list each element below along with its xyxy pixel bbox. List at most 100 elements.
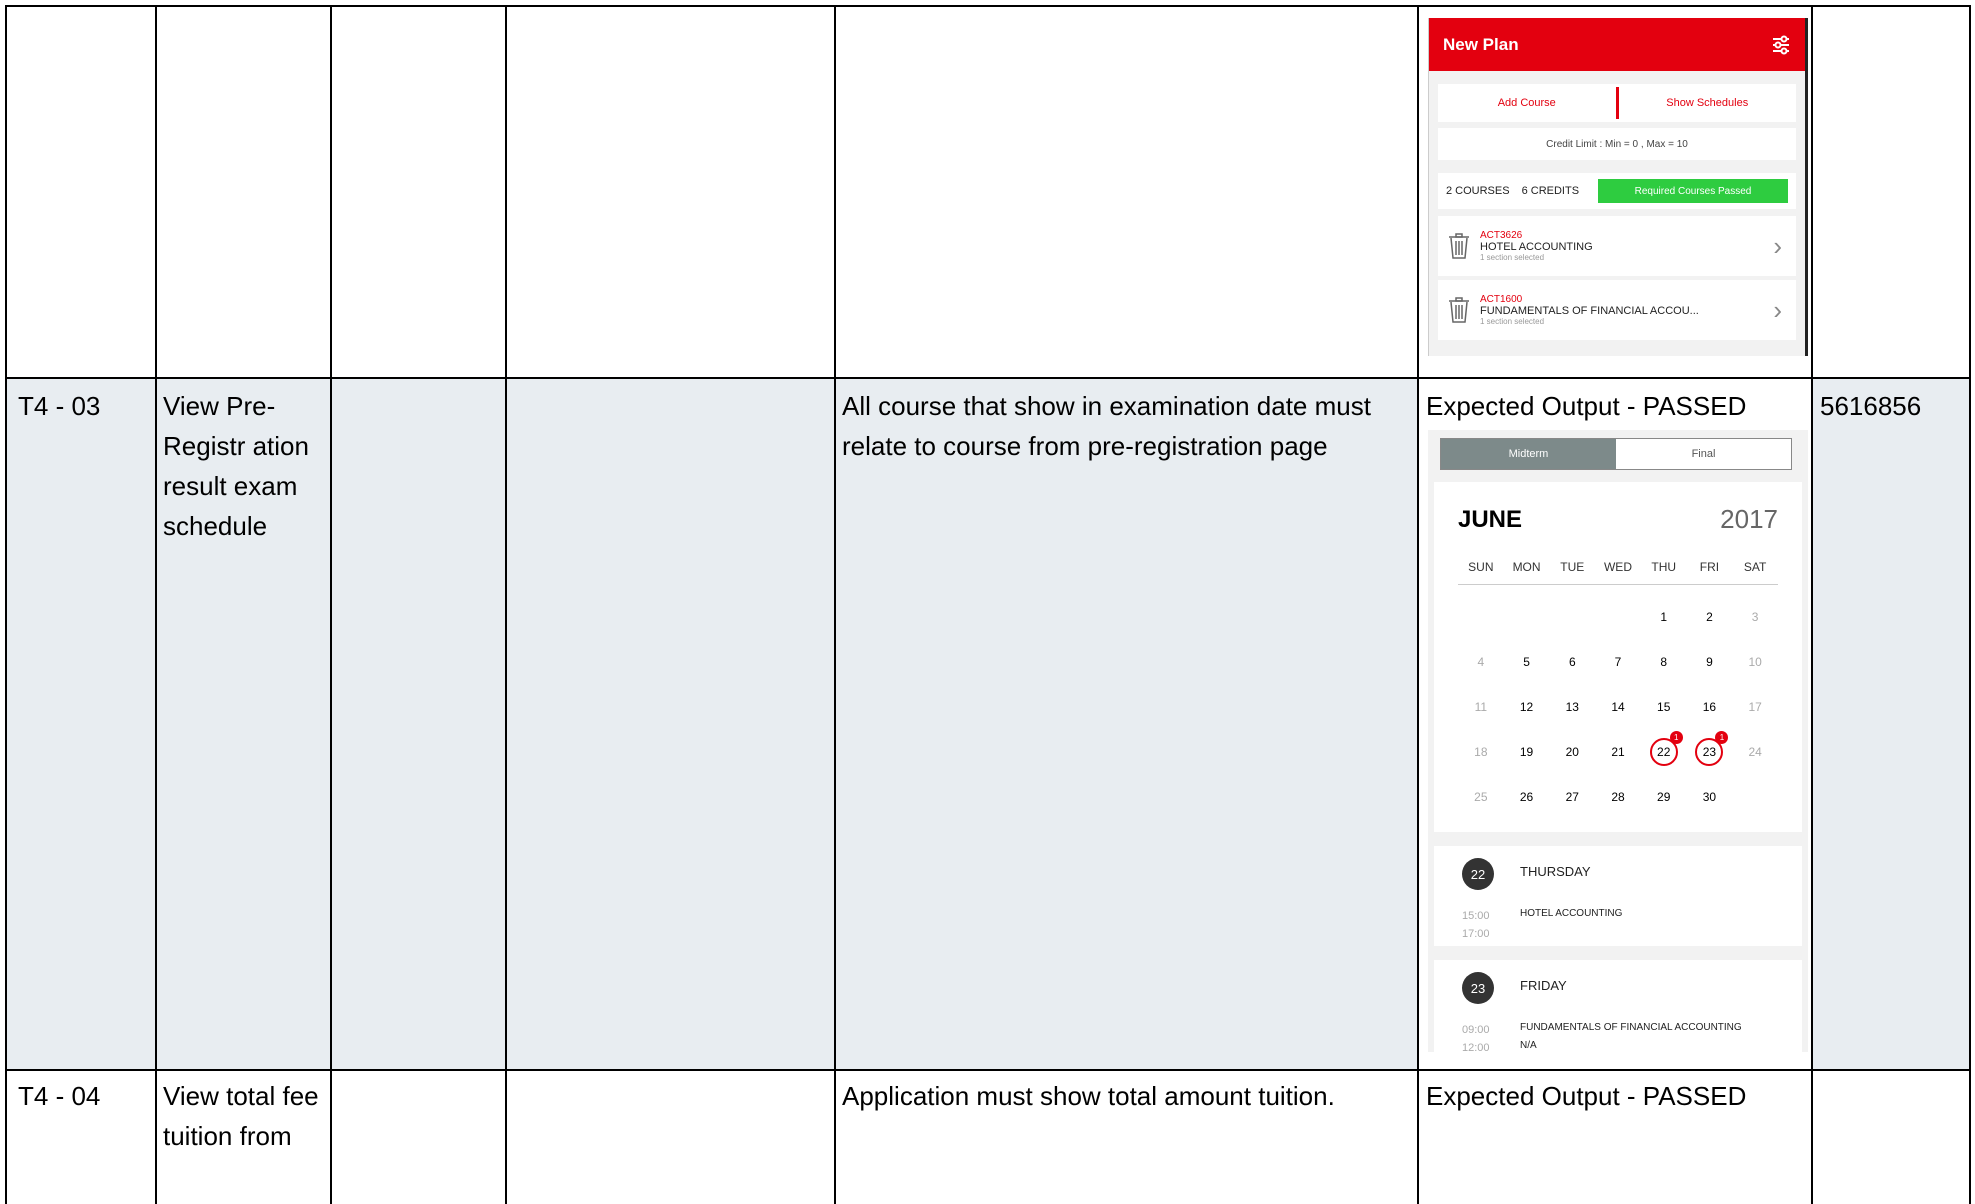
tab-midterm[interactable]: Midterm (1441, 439, 1616, 469)
calendar-day[interactable]: 8 (1641, 655, 1687, 669)
chevron-right-icon: › (1773, 230, 1782, 261)
calendar-day[interactable]: 21 (1595, 745, 1641, 759)
calendar-day[interactable]: 12 (1504, 700, 1550, 714)
credit-limit: Credit Limit : Min = 0 , Max = 10 (1438, 128, 1796, 160)
courses-count: 2 COURSES (1446, 185, 1510, 197)
filter-sliders-icon[interactable] (1771, 35, 1791, 55)
event-start: 09:00 (1462, 1024, 1490, 1036)
new-plan-screenshot: New Plan Add Course Show Schedules Credi… (1428, 18, 1808, 356)
trash-icon[interactable] (1448, 297, 1470, 323)
exam-count-badge: 1 (1715, 730, 1729, 744)
col-border (5, 5, 7, 1204)
exam-calendar: JUNE 2017 SUN MON TUE WED THU FRI SAT 12… (1434, 482, 1802, 832)
calendar-day[interactable]: 3 (1732, 610, 1778, 624)
calendar-day[interactable]: 15 (1641, 700, 1687, 714)
calendar-exam-day[interactable]: 23 1 (1695, 730, 1729, 766)
col-border (330, 5, 332, 1204)
calendar-day[interactable]: 17 (1732, 700, 1778, 714)
test-name: View total fee tuition from (163, 1081, 319, 1151)
calendar-day[interactable]: 5 (1504, 655, 1550, 669)
calendar-day[interactable]: 7 (1595, 655, 1641, 669)
calendar-day[interactable]: 4 (1458, 655, 1504, 669)
calendar-day[interactable]: 1 (1641, 610, 1687, 624)
test-id: T4 - 04 (18, 1081, 101, 1111)
event-course: FUNDAMENTALS OF FINANCIAL ACCOUNTING (1520, 1022, 1742, 1033)
course-name: HOTEL ACCOUNTING (1480, 241, 1593, 253)
course-item[interactable]: ACT3626 HOTEL ACCOUNTING 1 section selec… (1438, 216, 1796, 280)
course-code: ACT1600 (1480, 294, 1523, 305)
calendar-day[interactable]: 27 (1549, 790, 1595, 804)
row-border (5, 377, 1971, 379)
calendar-day[interactable]: 26 (1504, 790, 1550, 804)
tester-id: 5616856 (1820, 391, 1922, 421)
weekday: THU (1651, 560, 1677, 574)
actual-result: Expected Output - PASSED (1426, 391, 1747, 421)
exam-type-toggle: Midterm Final (1440, 438, 1792, 470)
weekday: WED (1603, 560, 1632, 574)
calendar-day[interactable]: 29 (1641, 790, 1687, 804)
exam-count-badge: 1 (1669, 730, 1683, 744)
col-border (1417, 5, 1419, 1204)
calendar-day[interactable]: 10 (1732, 655, 1778, 669)
weekday: SAT (1743, 560, 1767, 574)
calendar-day[interactable]: 2 (1687, 610, 1733, 624)
calendar-day[interactable]: 20 (1549, 745, 1595, 759)
event-date-badge: 22 (1462, 858, 1494, 890)
show-schedules-button[interactable]: Show Schedules (1619, 97, 1797, 109)
course-name: FUNDAMENTALS OF FINANCIAL ACCOU... (1480, 305, 1699, 317)
calendar-day[interactable]: 13 (1549, 700, 1595, 714)
event-course: HOTEL ACCOUNTING (1520, 908, 1623, 919)
course-item[interactable]: ACT1600 FUNDAMENTALS OF FINANCIAL ACCOU.… (1438, 280, 1796, 340)
calendar-day[interactable]: 6 (1549, 655, 1595, 669)
weekday: SUN (1468, 560, 1494, 574)
credits-count: 6 CREDITS (1521, 185, 1580, 197)
calendar-month: JUNE (1458, 506, 1523, 533)
add-course-button[interactable]: Add Course (1438, 97, 1616, 109)
calendar-day[interactable]: 19 (1504, 745, 1550, 759)
event-start: 15:00 (1462, 910, 1490, 922)
col-border (505, 5, 507, 1204)
exam-schedule-screenshot: Midterm Final JUNE 2017 SUN MON TUE WED … (1428, 430, 1808, 1052)
actual-result: Expected Output - PASSED (1426, 1081, 1747, 1111)
calendar-days: 1 2 3 4 5 6 7 8 9 10 11 12 13 14 15 16 17 18 19 20 21 22 1 23 1 2… (1458, 594, 1778, 819)
plan-summary: 2 COURSES 6 CREDITS Required Courses Pas… (1438, 173, 1796, 209)
weekday: FRI (1699, 560, 1720, 574)
row-border (5, 1069, 1971, 1071)
course-section: 1 section selected (1480, 317, 1545, 326)
event-room: N/A (1520, 1040, 1537, 1051)
expected-result: All course that show in examination date… (842, 391, 1371, 461)
col-border (1811, 5, 1813, 1204)
weekday-header: SUN MON TUE WED THU FRI SAT (1458, 560, 1778, 585)
chevron-right-icon: › (1773, 294, 1782, 325)
course-list: ACT3626 HOTEL ACCOUNTING 1 section selec… (1438, 216, 1796, 340)
exam-event[interactable]: 23 FRIDAY 09:00 12:00 FUNDAMENTALS OF FI… (1434, 960, 1802, 1052)
event-end: 12:00 (1462, 1042, 1490, 1052)
weekday: MON (1512, 560, 1541, 574)
calendar-day[interactable]: 14 (1595, 700, 1641, 714)
exam-event[interactable]: 22 THURSDAY 15:00 17:00 HOTEL ACCOUNTING (1434, 846, 1802, 946)
event-day: FRIDAY (1520, 978, 1567, 993)
calendar-day[interactable]: 11 (1458, 700, 1504, 714)
trash-icon[interactable] (1448, 233, 1470, 259)
calendar-day[interactable]: 18 (1458, 745, 1504, 759)
col-border (1969, 5, 1971, 1204)
tab-final[interactable]: Final (1616, 439, 1791, 469)
calendar-day[interactable]: 9 (1687, 655, 1733, 669)
test-id: T4 - 03 (18, 391, 101, 421)
event-day: THURSDAY (1520, 864, 1591, 879)
event-end: 17:00 (1462, 928, 1490, 940)
calendar-exam-day[interactable]: 22 1 (1649, 730, 1683, 766)
calendar-day[interactable]: 24 (1732, 745, 1778, 759)
calendar-day[interactable]: 25 (1458, 790, 1504, 804)
plan-title: New Plan (1443, 34, 1519, 54)
course-section: 1 section selected (1480, 253, 1545, 262)
calendar-day[interactable]: 16 (1687, 700, 1733, 714)
calendar-day[interactable]: 28 (1595, 790, 1641, 804)
calendar-year: 2017 (1720, 504, 1778, 534)
test-name: View Pre-Registr ation result exam sched… (163, 391, 309, 541)
expected-result: Application must show total amount tuiti… (842, 1081, 1335, 1111)
event-date-badge: 23 (1462, 972, 1494, 1004)
weekday: TUE (1560, 560, 1585, 574)
course-code: ACT3626 (1480, 230, 1523, 241)
calendar-day[interactable]: 30 (1687, 790, 1733, 804)
